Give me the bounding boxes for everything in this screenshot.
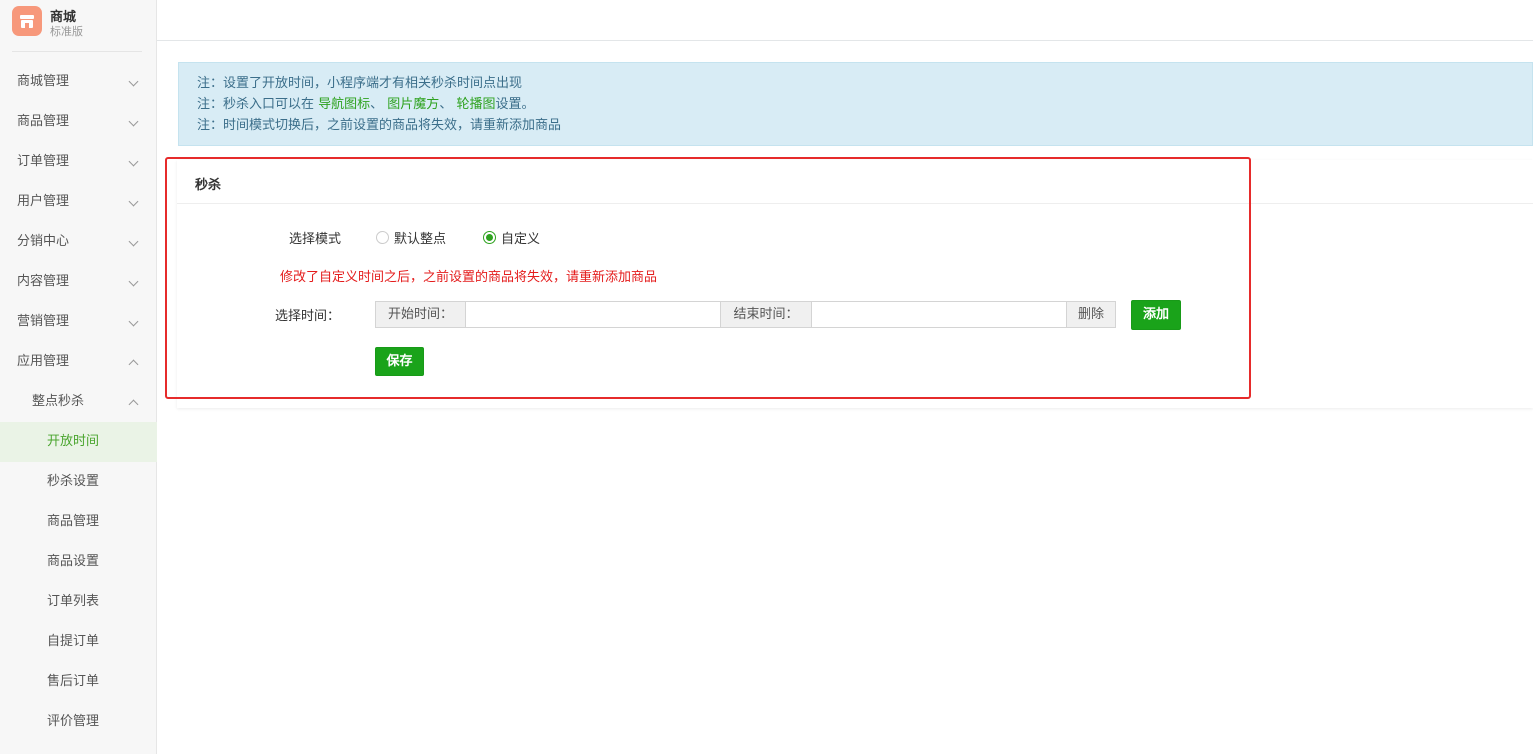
sidebar-item-label: 订单管理 — [17, 154, 70, 169]
radio-custom[interactable] — [483, 231, 496, 244]
sidebar-item-goods-settings[interactable]: 商品设置 — [0, 542, 157, 582]
sidebar-item-mall-management[interactable]: 商城管理 — [0, 62, 157, 102]
sidebar-item-label: 自提订单 — [47, 634, 100, 649]
separator: 、 — [439, 97, 457, 112]
sidebar-item-pickup-orders[interactable]: 自提订单 — [0, 622, 157, 662]
sidebar-item-content-management[interactable]: 内容管理 — [0, 262, 157, 302]
sidebar-item-label: 内容管理 — [17, 274, 70, 289]
delete-button[interactable]: 删除 — [1066, 301, 1116, 328]
chevron-up-icon — [128, 359, 139, 370]
banner-link[interactable]: 轮播图 — [456, 97, 495, 112]
sidebar-item-label: 售后订单 — [47, 674, 100, 689]
sidebar-item-label: 用户管理 — [17, 194, 70, 209]
radio-default-hourly[interactable] — [376, 231, 389, 244]
mode-label: 选择模式 — [289, 232, 342, 247]
sidebar-item-flash-sale-settings[interactable]: 秒杀设置 — [0, 462, 157, 502]
separator: 、 — [370, 97, 388, 112]
chevron-down-icon — [128, 316, 139, 327]
sidebar-item-goods-management[interactable]: 商品管理 — [0, 502, 157, 542]
sidebar-item-app-management[interactable]: 应用管理 — [0, 342, 157, 382]
sidebar-item-open-time[interactable]: 开放时间 — [0, 422, 157, 462]
chevron-down-icon — [128, 236, 139, 247]
start-time-input[interactable] — [465, 301, 721, 328]
sidebar-item-user-management[interactable]: 用户管理 — [0, 182, 157, 222]
sidebar-item-label: 商品管理 — [47, 514, 100, 529]
chevron-down-icon — [128, 276, 139, 287]
notice-line-1: 注：设置了开放时间，小程序端才有相关秒杀时间点出现 — [197, 76, 523, 91]
sidebar-item-label: 商品设置 — [47, 554, 100, 569]
notice-line-2-prefix: 注：秒杀入口可以在 — [197, 97, 319, 112]
radio-custom-label[interactable]: 自定义 — [501, 228, 540, 247]
brand-divider — [12, 51, 142, 52]
chevron-up-icon — [128, 399, 139, 410]
sidebar-submenu-flash-sale[interactable]: 整点秒杀 — [0, 382, 157, 422]
nav-icon-link[interactable]: 导航图标 — [318, 97, 370, 112]
time-label: 选择时间： — [275, 309, 341, 324]
sidebar-item-label: 营销管理 — [17, 314, 70, 329]
add-button[interactable]: 添加 — [1131, 300, 1181, 330]
sidebar-item-label: 商品管理 — [17, 114, 70, 129]
sidebar-item-label: 评价管理 — [47, 714, 100, 729]
chevron-down-icon — [128, 76, 139, 87]
sidebar-item-label: 应用管理 — [17, 354, 70, 369]
notice-line-2: 注：秒杀入口可以在 导航图标、 图片魔方、 轮播图设置。 — [197, 94, 1514, 115]
radio-default-hourly-label[interactable]: 默认整点 — [394, 228, 446, 247]
warning-text: 修改了自定义时间之后，之前设置的商品将失效，请重新添加商品 — [280, 270, 658, 285]
sidebar-item-label: 订单列表 — [47, 594, 100, 609]
brand: 商城 标准版 — [0, 0, 157, 52]
chevron-down-icon — [128, 156, 139, 167]
end-time-addon: 结束时间： — [720, 301, 812, 328]
sidebar-item-label: 开放时间 — [47, 434, 100, 449]
notice-box: 注：设置了开放时间，小程序端才有相关秒杀时间点出现 注：秒杀入口可以在 导航图标… — [178, 62, 1533, 146]
panel-header: 秒杀 — [177, 160, 1533, 204]
sidebar-item-label: 商城管理 — [17, 74, 70, 89]
chevron-down-icon — [128, 196, 139, 207]
sidebar-item-distribution-center[interactable]: 分销中心 — [0, 222, 157, 262]
chevron-down-icon — [128, 116, 139, 127]
sidebar: 商城 标准版 商城管理 商品管理 订单管理 用户管理 分销中心 内容管理 营销管… — [0, 0, 157, 754]
image-cube-link[interactable]: 图片魔方 — [387, 97, 439, 112]
sidebar-item-order-management[interactable]: 订单管理 — [0, 142, 157, 182]
sidebar-item-order-list[interactable]: 订单列表 — [0, 582, 157, 622]
sidebar-item-marketing-management[interactable]: 营销管理 — [0, 302, 157, 342]
end-time-input[interactable] — [811, 301, 1067, 328]
brand-subtitle: 标准版 — [50, 25, 83, 38]
sidebar-item-product-management[interactable]: 商品管理 — [0, 102, 157, 142]
sidebar-item-review-management[interactable]: 评价管理 — [0, 702, 157, 742]
sidebar-item-label: 秒杀设置 — [47, 474, 100, 489]
sidebar-submenu-label: 整点秒杀 — [32, 394, 85, 409]
panel-title: 秒杀 — [195, 178, 222, 193]
sidebar-item-label: 分销中心 — [17, 234, 70, 249]
sidebar-item-after-sale-orders[interactable]: 售后订单 — [0, 662, 157, 702]
notice-line-3: 注：时间模式切换后，之前设置的商品将失效，请重新添加商品 — [197, 118, 562, 133]
store-icon — [12, 6, 42, 36]
save-button[interactable]: 保存 — [375, 347, 424, 376]
top-bar — [157, 0, 1533, 41]
notice-line-2-suffix: 设置。 — [495, 97, 535, 112]
start-time-addon: 开始时间： — [375, 301, 466, 328]
